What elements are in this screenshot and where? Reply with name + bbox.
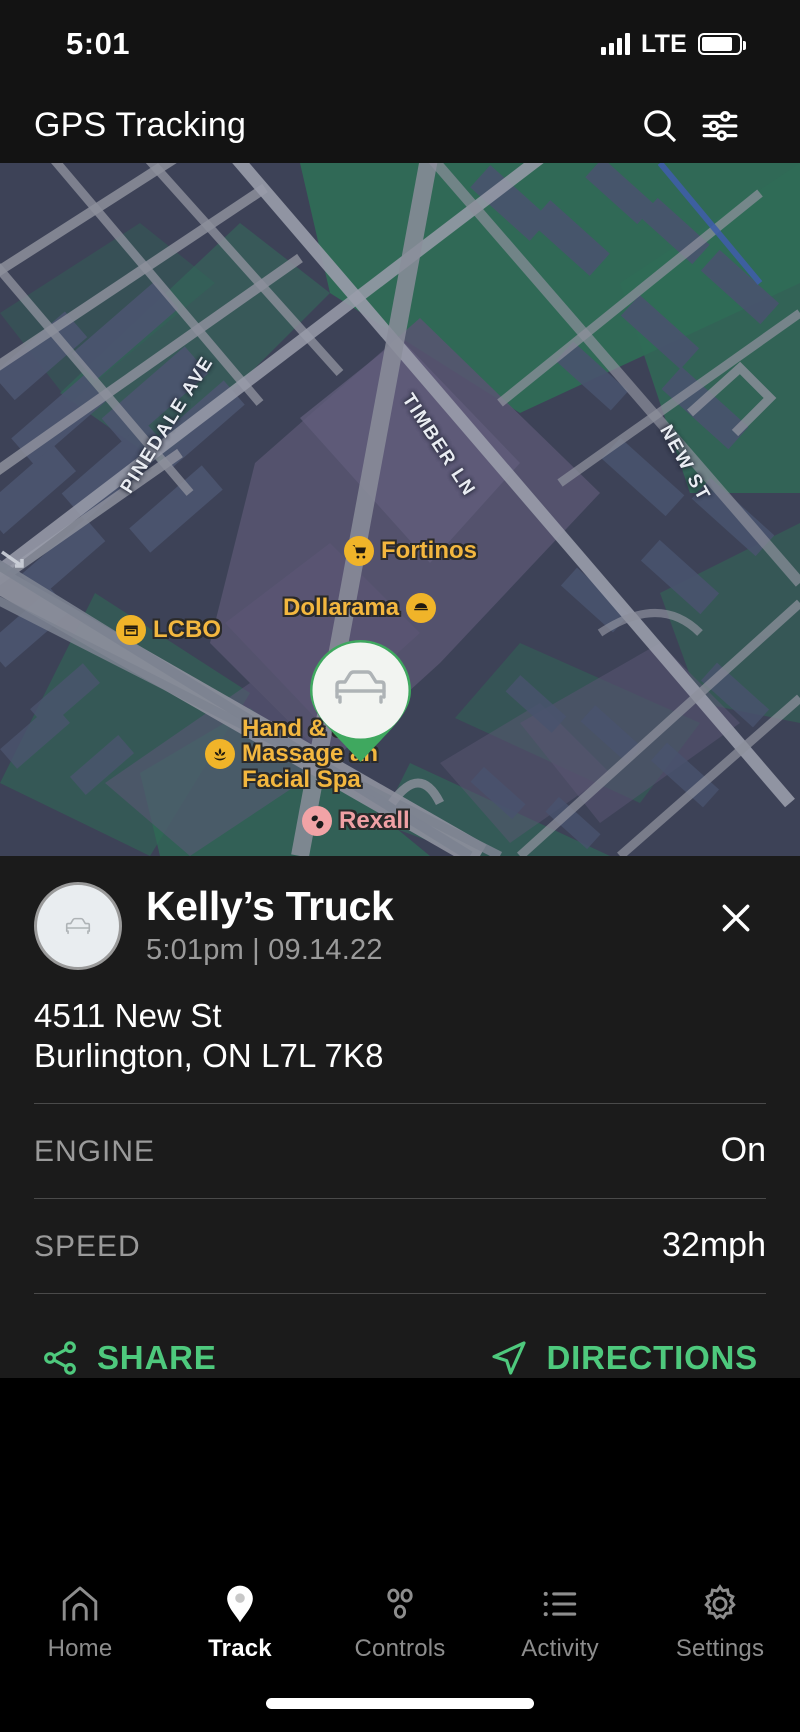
- bottom-tab-bar: Home Track Controls Activity Settings: [0, 1560, 800, 1732]
- card-actions: SHARE DIRECTIONS: [34, 1294, 766, 1378]
- directions-label: DIRECTIONS: [546, 1339, 758, 1377]
- tab-home[interactable]: Home: [0, 1582, 160, 1663]
- app-header: GPS Tracking: [0, 88, 800, 163]
- navigation-arrow-icon: [492, 1341, 527, 1375]
- share-nodes-icon: [44, 1341, 76, 1375]
- tab-activity[interactable]: Activity: [480, 1582, 640, 1663]
- stat-key: SPEED: [34, 1230, 141, 1264]
- home-indicator: [266, 1698, 534, 1709]
- status-bar: 5:01 LTE: [0, 0, 800, 88]
- status-time: 5:01: [66, 26, 131, 61]
- address-line-1: 4511 New St: [34, 997, 222, 1034]
- lotus-spa-icon: [205, 739, 235, 770]
- poi-marker[interactable]: Rexall: [302, 806, 410, 836]
- tab-label: Home: [47, 1635, 113, 1662]
- search-button[interactable]: [630, 96, 690, 156]
- status-indicators: LTE: [601, 29, 746, 59]
- stat-value: 32mph: [662, 1226, 766, 1265]
- map-view[interactable]: PINEDALE AVE TIMBER LN NEW ST NEW ST For…: [0, 163, 800, 856]
- house-icon: [62, 1586, 98, 1621]
- poi-marker[interactable]: Dollarama: [283, 593, 437, 623]
- tab-controls[interactable]: Controls: [320, 1582, 480, 1663]
- poi-marker[interactable]: LCBO: [116, 615, 221, 645]
- map-pin-icon: [227, 1585, 253, 1623]
- tab-label: Controls: [354, 1635, 446, 1662]
- gear-icon: [704, 1584, 736, 1620]
- filter-sliders-icon: [702, 110, 738, 141]
- list-icon: [543, 1591, 577, 1617]
- car-icon: [65, 917, 91, 935]
- poi-marker[interactable]: Fortinos: [344, 536, 477, 566]
- address-line-2: Burlington, ON L7L 7K8: [34, 1036, 384, 1074]
- vehicle-address: 4511 New St Burlington, ON L7L 7K8: [34, 996, 766, 1075]
- battery-icon: [698, 33, 746, 55]
- search-icon: [644, 109, 677, 142]
- storefront-icon: [116, 615, 146, 645]
- vehicle-timestamp: 5:01pm | 09.14.22: [146, 934, 383, 967]
- stat-value: On: [720, 1131, 766, 1170]
- vehicle-name: Kelly’s Truck: [146, 883, 394, 929]
- tab-label: Activity: [521, 1635, 599, 1662]
- close-icon: [722, 904, 750, 932]
- tab-label: Settings: [675, 1635, 765, 1662]
- stat-row-engine: ENGINE On: [34, 1104, 766, 1170]
- poi-label: Fortinos: [381, 537, 477, 565]
- page-title: GPS Tracking: [34, 106, 247, 144]
- signal-bars-icon: [601, 33, 631, 55]
- poi-label: Dollarama: [283, 594, 400, 622]
- network-type-label: LTE: [641, 29, 687, 58]
- avatar: [34, 882, 122, 970]
- share-button[interactable]: SHARE: [40, 1338, 217, 1378]
- stat-key: ENGINE: [34, 1135, 156, 1169]
- card-header: Kelly’s Truck 5:01pm | 09.14.22: [34, 856, 766, 970]
- store-awning-icon: [406, 593, 437, 623]
- share-label: SHARE: [97, 1339, 217, 1377]
- stat-row-speed: SPEED 32mph: [34, 1199, 766, 1265]
- poi-label: Rexall: [339, 807, 410, 835]
- close-card-button[interactable]: [706, 888, 766, 948]
- filter-button[interactable]: [690, 96, 750, 156]
- vehicle-identity: Kelly’s Truck 5:01pm | 09.14.22: [146, 882, 706, 967]
- pills-pharmacy-icon: [302, 806, 332, 836]
- controls-dots-icon: [387, 1588, 413, 1619]
- poi-label: LCBO: [153, 616, 221, 644]
- tab-track[interactable]: Track: [160, 1582, 320, 1663]
- directions-button[interactable]: DIRECTIONS: [489, 1338, 758, 1378]
- tab-settings[interactable]: Settings: [640, 1582, 800, 1663]
- vehicle-info-card: Kelly’s Truck 5:01pm | 09.14.22 4511 New…: [0, 856, 800, 1379]
- tab-label: Track: [208, 1635, 272, 1662]
- shopping-cart-icon: [344, 536, 374, 566]
- car-pin-icon: [310, 640, 411, 762]
- vehicle-map-marker[interactable]: [304, 634, 417, 764]
